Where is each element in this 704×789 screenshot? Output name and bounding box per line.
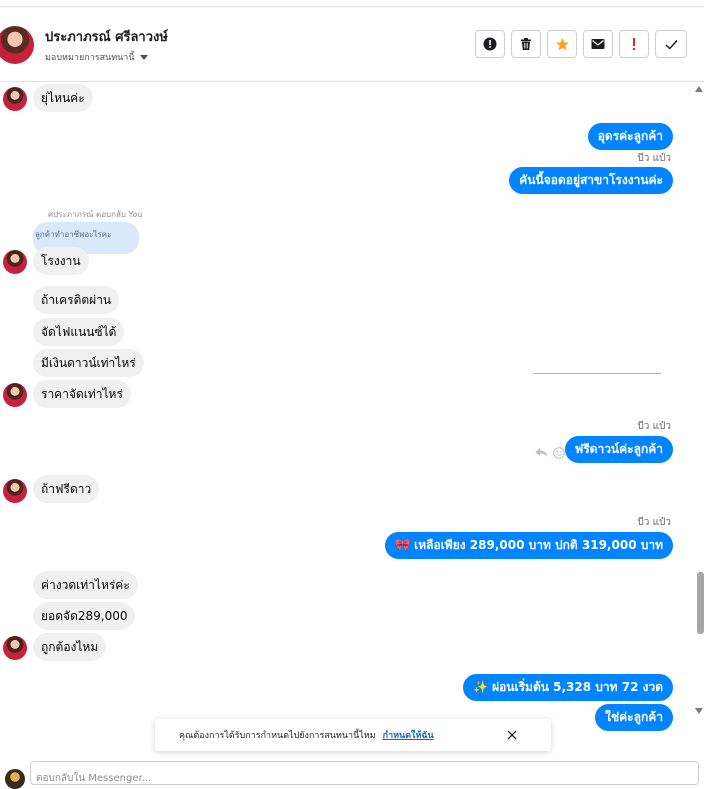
mark-unread-button[interactable]: [583, 30, 613, 58]
caret-down-icon: [139, 54, 148, 60]
scrollbar[interactable]: [694, 82, 704, 760]
contact-name[interactable]: ประภาภรณ์ ศรีลาวงษ์: [45, 26, 168, 47]
divider-line: [534, 373, 661, 374]
reply-meta: ศประภาภรณ์ ตอบกลับ You: [48, 210, 143, 219]
incoming-message[interactable]: จัดไฟแนนซ์ได้: [33, 318, 125, 346]
incoming-message[interactable]: โรงงาน: [33, 247, 89, 275]
incoming-message[interactable]: มีเงินดาวน์เท่าไหร่: [33, 349, 144, 377]
reply-icon[interactable]: [535, 447, 548, 458]
contact-avatar-small: [3, 87, 27, 111]
assign-dropdown[interactable]: มอบหมายการสนทนานี้: [45, 50, 148, 64]
assign-label: มอบหมายการสนทนานี้: [45, 53, 135, 63]
conversation-header: ประภาภรณ์ ศรีลาวงษ์ มอบหมายการสนทนานี้: [0, 7, 704, 82]
incoming-message[interactable]: ค่างวดเท่าไหร่ค่ะ: [33, 571, 138, 599]
incoming-message[interactable]: ยุ่ไหนค่ะ: [33, 84, 93, 112]
outgoing-message[interactable]: ฟรีดาวน์ค่ะลูกค้า: [564, 436, 673, 463]
mark-spam-button[interactable]: [475, 30, 505, 58]
assign-prompt-toast: คุณต้องการได้รับการกำหนดไปยังการสนทนานี้…: [155, 719, 551, 751]
incoming-message[interactable]: ยอดจัด289,000: [33, 602, 136, 630]
star-icon: [555, 37, 569, 50]
incoming-message[interactable]: ราคาจัดเท่าไหร่: [33, 380, 131, 408]
outgoing-message[interactable]: คันนี้จอดอยู่สาขาโรงงานค่ะ: [509, 167, 673, 194]
scrollbar-thumb[interactable]: [697, 572, 704, 634]
check-icon: [665, 39, 678, 49]
outgoing-message[interactable]: ✨ ผ่อนเริ่มต้น 5,328 บาท 72 งวด: [462, 674, 673, 701]
incoming-message[interactable]: ถูกต้องไหม: [33, 633, 107, 661]
composer: ตอบกลับใน Messenger...: [0, 761, 704, 789]
important-button[interactable]: [619, 30, 649, 58]
alert-icon: [483, 37, 497, 51]
sender-name: บีว แป๋ว: [637, 421, 671, 432]
contact-avatar-small: [3, 636, 27, 660]
contact-avatar-small: [3, 250, 27, 274]
react-smiley-icon[interactable]: [553, 447, 565, 459]
sender-name: บีว แป๋ว: [637, 153, 671, 164]
exclamation-icon: [633, 38, 635, 50]
incoming-message[interactable]: ถ้าฟรีดาว: [33, 475, 100, 503]
trash-icon: [521, 38, 531, 50]
contact-avatar-small: [3, 479, 27, 503]
message-thread[interactable]: ยุ่ไหนค่ะ อุดรค่ะลูกค้า บีว แป๋ว คันนี้จ…: [0, 82, 704, 760]
contact-avatar[interactable]: [0, 26, 34, 64]
mail-icon: [591, 39, 605, 49]
sender-name: บีว แป๋ว: [637, 517, 671, 528]
assign-to-me-link[interactable]: กำหนดให้ฉัน: [383, 728, 434, 742]
reply-input[interactable]: ตอบกลับใน Messenger...: [30, 761, 699, 785]
contact-avatar-small: [3, 383, 27, 407]
done-button[interactable]: [655, 30, 687, 58]
scroll-down-icon[interactable]: [695, 708, 703, 714]
incoming-message[interactable]: ถ้าเครดิตผ่าน: [33, 286, 120, 314]
close-icon[interactable]: [505, 728, 519, 742]
scroll-up-icon[interactable]: [695, 86, 703, 92]
outgoing-message[interactable]: อุดรค่ะลูกค้า: [587, 123, 673, 150]
toast-text: คุณต้องการได้รับการกำหนดไปยังการสนทนานี้…: [179, 731, 376, 741]
outgoing-message[interactable]: 🎀 เหลือเพียง 289,000 บาท ปกติ 319,000 บา…: [384, 532, 673, 559]
page-avatar: [5, 769, 25, 789]
delete-button[interactable]: [511, 30, 541, 58]
star-button[interactable]: [547, 30, 577, 58]
top-strip: [0, 0, 704, 7]
outgoing-message[interactable]: ใช่ค่ะลูกค้า: [595, 704, 673, 731]
